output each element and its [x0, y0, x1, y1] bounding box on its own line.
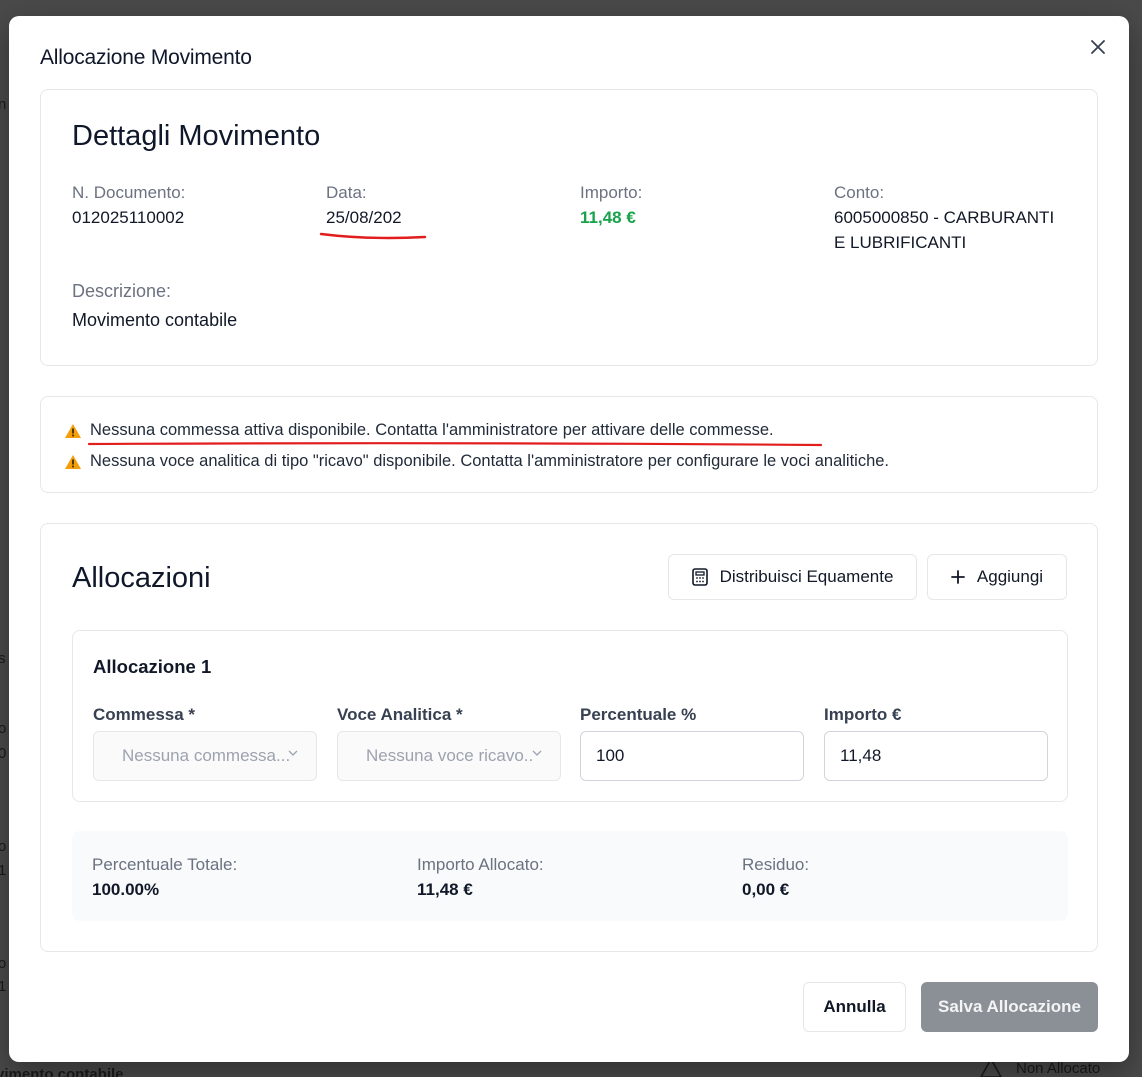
- background-text-fragment: 1: [0, 862, 7, 879]
- warning-text: Nessuna commessa attiva disponibile. Con…: [90, 421, 774, 439]
- account-value-line2: E LUBRIFICANTI: [834, 233, 967, 252]
- account-label: Conto:: [834, 183, 885, 202]
- red-annotation-underline: [87, 442, 823, 447]
- document-number-value: 012025110002: [72, 208, 185, 227]
- allocation-item-title: Allocazione 1: [93, 656, 212, 677]
- total-percentage-value: 100.00%: [92, 880, 160, 899]
- voce-analitica-select[interactable]: Nessuna voce ricavo..: [337, 731, 561, 781]
- date-label: Data:: [326, 183, 367, 202]
- residual-label: Residuo:: [742, 855, 810, 874]
- background-status-text: Non Allocato: [1016, 1059, 1101, 1077]
- distribute-equally-label: Distribuisci Equamente: [719, 567, 894, 586]
- background-text-fragment: 0: [0, 745, 7, 762]
- add-allocation-label: Aggiungi: [976, 567, 1044, 586]
- total-percentage-label: Percentuale Totale:: [92, 855, 238, 874]
- calculator-icon: [691, 568, 708, 586]
- background-text-fragment: o: [0, 955, 7, 972]
- voce-analitica-select-placeholder: Nessuna voce ricavo..: [366, 746, 534, 765]
- red-annotation-underline: [319, 232, 427, 240]
- amount-label: Importo:: [580, 183, 643, 202]
- allocation-item-card: Allocazione 1 Commessa * Nessuna commess…: [72, 630, 1068, 802]
- background-text-fragment: n: [0, 96, 7, 113]
- warning-text: Nessuna voce analitica di tipo "ricavo" …: [90, 452, 890, 470]
- allocations-card: Allocazioni Distribuisci Equamente Aggiu…: [40, 523, 1098, 952]
- voce-analitica-label: Voce Analitica *: [337, 705, 463, 724]
- commessa-select[interactable]: Nessuna commessa...: [93, 731, 317, 781]
- background-text-fragment: 1: [0, 978, 7, 995]
- commessa-select-placeholder: Nessuna commessa...: [122, 746, 291, 765]
- plus-icon: [951, 570, 965, 584]
- distribute-equally-button[interactable]: Distribuisci Equamente: [668, 554, 917, 600]
- document-number-label: N. Documento:: [72, 183, 186, 202]
- amount-value: 11,48 €: [580, 208, 636, 227]
- description-label: Descrizione:: [72, 281, 172, 301]
- close-button[interactable]: [1087, 36, 1109, 58]
- movement-details-card: Dettagli Movimento N. Documento: 0120251…: [40, 89, 1098, 366]
- save-allocation-button[interactable]: Salva Allocazione: [921, 982, 1098, 1032]
- allocated-amount-label: Importo Allocato:: [417, 855, 544, 874]
- chevron-down-icon: [288, 750, 298, 756]
- background-text-fragment: s: [0, 650, 6, 667]
- background-text-fragment: o: [0, 720, 7, 737]
- description-value: Movimento contabile: [72, 310, 238, 330]
- warning-message: Nessuna commessa attiva disponibile. Con…: [64, 421, 774, 440]
- allocations-title: Allocazioni: [72, 562, 211, 594]
- warnings-card: Nessuna commessa attiva disponibile. Con…: [40, 396, 1098, 493]
- warning-icon: [65, 423, 81, 438]
- add-allocation-button[interactable]: Aggiungi: [927, 554, 1067, 600]
- date-value: 25/08/202: [326, 208, 402, 227]
- close-icon: [1091, 40, 1105, 54]
- allocated-amount-value: 11,48 €: [417, 880, 473, 899]
- details-title: Dettagli Movimento: [72, 120, 321, 152]
- allocation-summary: Percentuale Totale: 100.00% Importo Allo…: [72, 831, 1068, 921]
- allocation-dialog: Allocazione Movimento Dettagli Movimento…: [9, 16, 1129, 1062]
- residual-value: 0,00 €: [742, 880, 790, 899]
- background-description: vimento contabile: [0, 1066, 124, 1077]
- amount-input-label: Importo €: [824, 705, 902, 724]
- percentage-input[interactable]: [580, 731, 804, 781]
- account-value-line1: 6005000850 - CARBURANTI: [834, 208, 1055, 227]
- cancel-button[interactable]: Annulla: [803, 982, 906, 1032]
- commessa-label: Commessa *: [93, 705, 196, 724]
- warning-message: Nessuna voce analitica di tipo "ricavo" …: [64, 452, 889, 471]
- warning-icon: [65, 454, 81, 469]
- dialog-title: Allocazione Movimento: [40, 46, 252, 69]
- chevron-down-icon: [532, 750, 542, 756]
- percentage-label: Percentuale %: [580, 705, 697, 724]
- background-text-fragment: o: [0, 838, 7, 855]
- amount-input[interactable]: [824, 731, 1048, 781]
